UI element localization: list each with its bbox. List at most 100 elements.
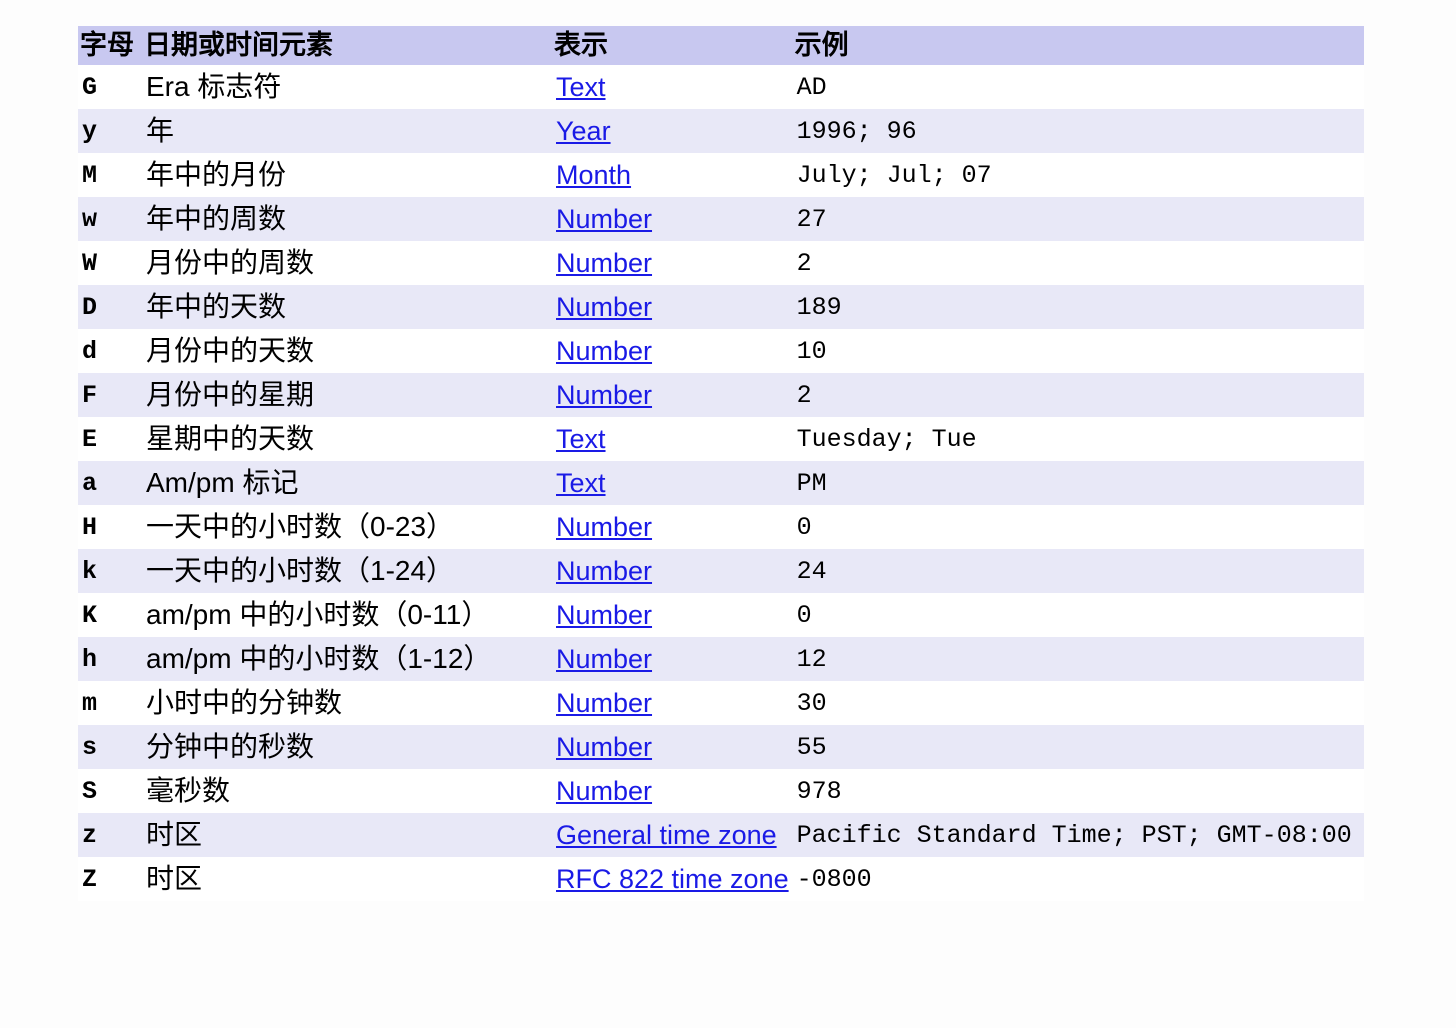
presentation-link[interactable]: Number <box>556 336 652 366</box>
cell-letter: E <box>78 417 142 461</box>
table-header-row: 字母 日期或时间元素 表示 示例 <box>78 26 1364 65</box>
cell-component: 月份中的星期 <box>142 373 552 417</box>
cell-letter: W <box>78 241 142 285</box>
cell-letter: m <box>78 681 142 725</box>
cell-presentation: Year <box>552 109 793 153</box>
table-row: ham/pm 中的小时数（1-12）Number12 <box>78 637 1364 681</box>
cell-letter: d <box>78 329 142 373</box>
table-row: E星期中的天数Text Tuesday; Tue <box>78 417 1364 461</box>
presentation-link[interactable]: Month <box>556 160 631 190</box>
cell-letter: y <box>78 109 142 153</box>
presentation-link[interactable]: Number <box>556 248 652 278</box>
cell-letter: G <box>78 65 142 109</box>
table-row: W月份中的周数Number2 <box>78 241 1364 285</box>
cell-letter: K <box>78 593 142 637</box>
presentation-link[interactable]: Number <box>556 776 652 806</box>
cell-presentation: Text <box>552 461 793 505</box>
cell-presentation: Number <box>552 505 793 549</box>
presentation-link[interactable]: Number <box>556 644 652 674</box>
cell-example: 0 <box>793 593 1364 637</box>
cell-component: 分钟中的秒数 <box>142 725 552 769</box>
presentation-link[interactable]: Text <box>556 468 606 498</box>
cell-letter: a <box>78 461 142 505</box>
table-row: z时区General time zone Pacific Standard Tim… <box>78 813 1364 857</box>
cell-letter: D <box>78 285 142 329</box>
table-row: k一天中的小时数（1-24）Number 24 <box>78 549 1364 593</box>
cell-example: Tuesday; Tue <box>793 417 1364 461</box>
presentation-link[interactable]: General time zone <box>556 820 777 850</box>
cell-letter: s <box>78 725 142 769</box>
cell-presentation: Number <box>552 285 793 329</box>
cell-component: 星期中的天数 <box>142 417 552 461</box>
table-row: y年Year 1996; 96 <box>78 109 1364 153</box>
table-row: M年中的月份MonthJuly; Jul; 07 <box>78 153 1364 197</box>
cell-component: 一天中的小时数（0-23） <box>142 505 552 549</box>
cell-presentation: Number <box>552 637 793 681</box>
cell-component: 年 <box>142 109 552 153</box>
presentation-link[interactable]: Number <box>556 380 652 410</box>
cell-example: 30 <box>793 681 1364 725</box>
presentation-link[interactable]: Year <box>556 116 611 146</box>
cell-letter: k <box>78 549 142 593</box>
cell-presentation: General time zone <box>552 813 793 857</box>
cell-component: am/pm 中的小时数（1-12） <box>142 637 552 681</box>
cell-example: 24 <box>793 549 1364 593</box>
cell-presentation: Month <box>552 153 793 197</box>
cell-presentation: Number <box>552 329 793 373</box>
cell-letter: w <box>78 197 142 241</box>
cell-letter: S <box>78 769 142 813</box>
header-example: 示例 <box>793 26 1364 65</box>
table-row: s分钟中的秒数Number 55 <box>78 725 1364 769</box>
table-row: m小时中的分钟数Number30 <box>78 681 1364 725</box>
header-letter: 字母 <box>78 26 142 65</box>
cell-example: July; Jul; 07 <box>793 153 1364 197</box>
presentation-link[interactable]: Number <box>556 512 652 542</box>
cell-letter: h <box>78 637 142 681</box>
presentation-link[interactable]: Text <box>556 424 606 454</box>
presentation-link[interactable]: Number <box>556 688 652 718</box>
table-row: GEra 标志符TextAD <box>78 65 1364 109</box>
presentation-link[interactable]: Number <box>556 556 652 586</box>
cell-letter: z <box>78 813 142 857</box>
cell-component: am/pm 中的小时数（0-11） <box>142 593 552 637</box>
table-row: H一天中的小时数（0-23）Number 0 <box>78 505 1364 549</box>
cell-presentation: Number <box>552 549 793 593</box>
cell-example: 27 <box>793 197 1364 241</box>
header-presentation: 表示 <box>552 26 793 65</box>
cell-example: 0 <box>793 505 1364 549</box>
cell-example: 189 <box>793 285 1364 329</box>
cell-example: Pacific Standard Time; PST; GMT-08:00 <box>793 813 1364 857</box>
cell-example: 1996; 96 <box>793 109 1364 153</box>
cell-example: 2 <box>793 241 1364 285</box>
cell-letter: F <box>78 373 142 417</box>
cell-presentation: Number <box>552 725 793 769</box>
date-format-table: 字母 日期或时间元素 表示 示例 GEra 标志符TextADy年Year 199… <box>78 26 1364 901</box>
presentation-link[interactable]: Text <box>556 72 606 102</box>
cell-example: 978 <box>793 769 1364 813</box>
cell-component: 年中的天数 <box>142 285 552 329</box>
table-row: aAm/pm 标记TextPM <box>78 461 1364 505</box>
presentation-link[interactable]: RFC 822 time zone <box>556 864 789 894</box>
cell-presentation: RFC 822 time zone <box>552 857 793 901</box>
cell-component: 年中的周数 <box>142 197 552 241</box>
cell-presentation: Text <box>552 417 793 461</box>
presentation-link[interactable]: Number <box>556 600 652 630</box>
cell-example: -0800 <box>793 857 1364 901</box>
cell-presentation: Number <box>552 373 793 417</box>
table-row: F月份中的星期Number2 <box>78 373 1364 417</box>
cell-letter: Z <box>78 857 142 901</box>
cell-component: 年中的月份 <box>142 153 552 197</box>
cell-presentation: Number <box>552 681 793 725</box>
cell-component: 时区 <box>142 813 552 857</box>
cell-presentation: Number <box>552 197 793 241</box>
cell-component: 一天中的小时数（1-24） <box>142 549 552 593</box>
cell-letter: H <box>78 505 142 549</box>
table-row: Z时区RFC 822 time zone-0800 <box>78 857 1364 901</box>
table-row: Kam/pm 中的小时数（0-11）Number 0 <box>78 593 1364 637</box>
cell-component: 时区 <box>142 857 552 901</box>
presentation-link[interactable]: Number <box>556 204 652 234</box>
presentation-link[interactable]: Number <box>556 292 652 322</box>
presentation-link[interactable]: Number <box>556 732 652 762</box>
cell-example: 55 <box>793 725 1364 769</box>
cell-example: PM <box>793 461 1364 505</box>
